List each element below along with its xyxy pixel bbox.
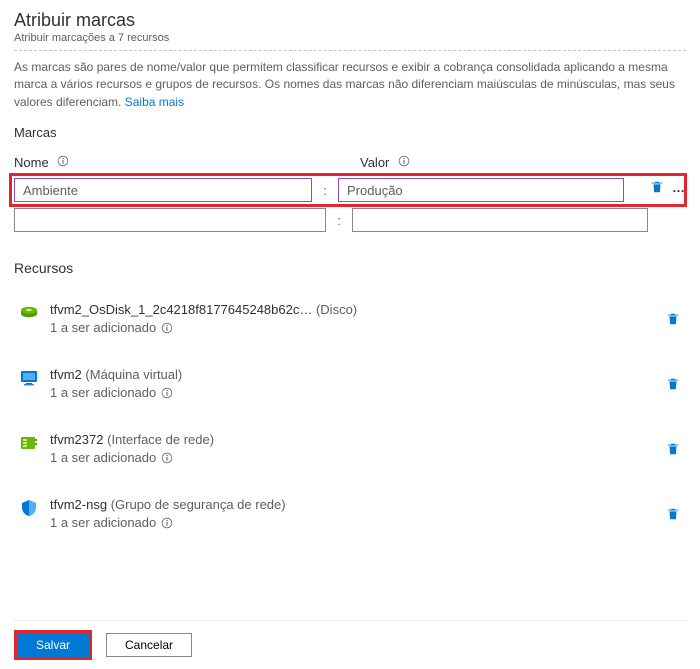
info-icon[interactable] [160, 386, 174, 400]
tag-value-label: Valor [360, 155, 389, 170]
description-text: As marcas são pares de nome/valor que pe… [14, 51, 686, 121]
tag-value-input[interactable] [352, 208, 648, 232]
save-button[interactable]: Salvar [17, 633, 89, 657]
disk-icon [18, 302, 40, 324]
resource-item: tfvm2372 (Interface de rede) 1 a ser adi… [14, 410, 686, 475]
shield-icon [18, 497, 40, 519]
resource-status: 1 a ser adicionado [50, 320, 682, 335]
resource-name: tfvm2 (Máquina virtual) [50, 367, 682, 382]
tag-value-input[interactable] [338, 178, 624, 202]
info-icon[interactable] [160, 321, 174, 335]
resource-status: 1 a ser adicionado [50, 515, 682, 530]
tags-section-label: Marcas [14, 125, 686, 140]
resource-name: tfvm2372 (Interface de rede) [50, 432, 682, 447]
blade-title: Atribuir marcas [14, 10, 686, 31]
delete-resource-icon[interactable] [666, 377, 680, 394]
info-icon[interactable] [397, 154, 411, 168]
tag-column-headers: Nome Valor [14, 154, 686, 170]
tag-name-label: Nome [14, 155, 49, 170]
delete-resource-icon[interactable] [666, 442, 680, 459]
learn-more-link[interactable]: Saiba mais [125, 95, 184, 109]
resource-status: 1 a ser adicionado [50, 385, 682, 400]
info-icon[interactable] [160, 451, 174, 465]
tag-name-input[interactable] [14, 178, 312, 202]
tag-name-input[interactable] [14, 208, 326, 232]
blade-header: Atribuir marcas Atribuir marcações a 7 r… [14, 10, 686, 51]
resources-section-label: Recursos [14, 260, 686, 276]
tag-rows: : … : [14, 174, 686, 238]
tag-row-actions: … [648, 178, 688, 196]
vm-icon [18, 367, 40, 389]
resource-name: tfvm2_OsDisk_1_2c4218f8177645248b62c… (D… [50, 302, 682, 317]
delete-resource-icon[interactable] [666, 312, 680, 329]
resource-item: tfvm2_OsDisk_1_2c4218f8177645248b62c… (D… [14, 280, 686, 345]
tag-row: : [14, 208, 686, 232]
nic-icon [18, 432, 40, 454]
more-icon[interactable]: … [670, 178, 688, 196]
delete-tag-icon[interactable] [648, 178, 666, 196]
delete-resource-icon[interactable] [666, 507, 680, 524]
tag-colon: : [318, 183, 332, 198]
blade-subtitle: Atribuir marcações a 7 recursos [14, 32, 686, 44]
resource-name: tfvm2-nsg (Grupo de segurança de rede) [50, 497, 682, 512]
resource-list: tfvm2_OsDisk_1_2c4218f8177645248b62c… (D… [14, 280, 686, 620]
resource-item: tfvm2 (Máquina virtual) 1 a ser adiciona… [14, 345, 686, 410]
resource-item: tfvm2-nsg (Grupo de segurança de rede) 1… [14, 475, 686, 540]
tag-colon: : [332, 213, 346, 228]
info-icon[interactable] [56, 154, 70, 168]
resource-status: 1 a ser adicionado [50, 450, 682, 465]
blade-footer: Salvar Cancelar [14, 620, 686, 669]
description-body: As marcas são pares de nome/valor que pe… [14, 60, 675, 109]
tag-row: : [10, 174, 686, 206]
cancel-button[interactable]: Cancelar [106, 633, 192, 657]
save-highlight: Salvar [14, 630, 92, 660]
info-icon[interactable] [160, 516, 174, 530]
